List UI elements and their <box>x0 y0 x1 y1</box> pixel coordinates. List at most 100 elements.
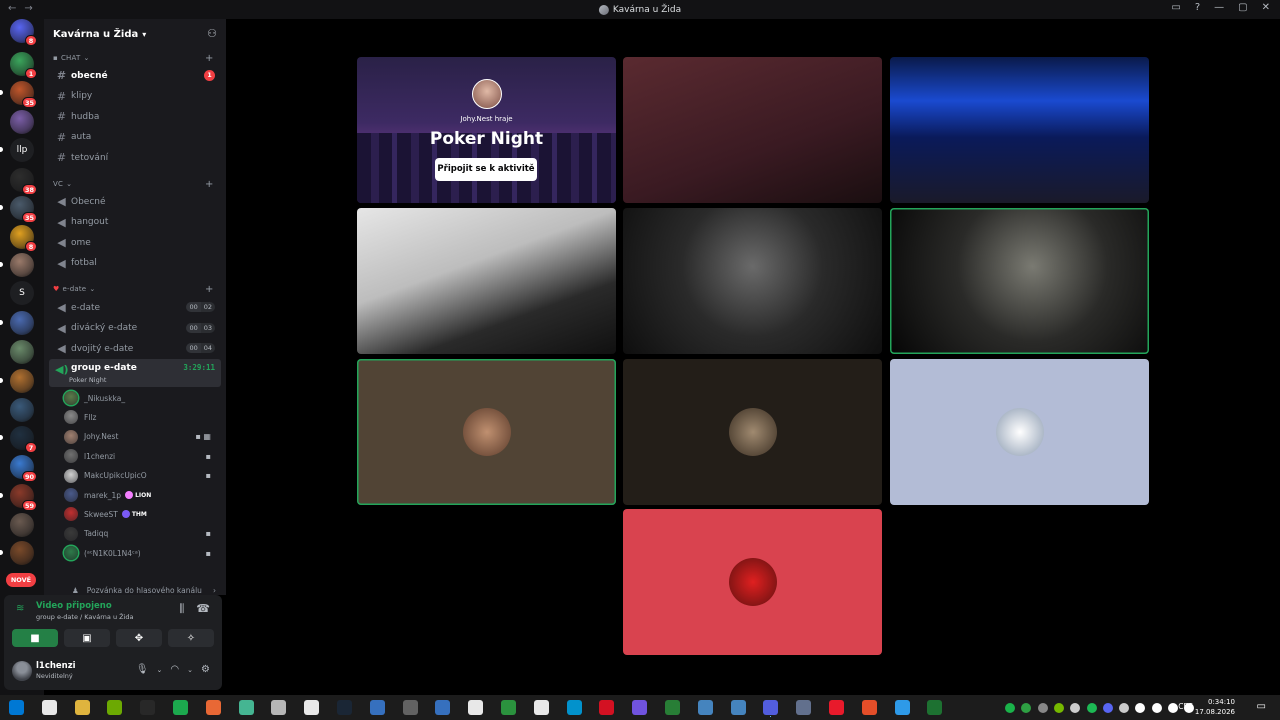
app-icon[interactable] <box>271 700 287 715</box>
screen-share-button[interactable]: ▣ <box>64 629 110 647</box>
username[interactable]: l1chenzi <box>36 661 76 671</box>
channel-3[interactable]: # auta <box>49 128 221 147</box>
join-activity-button[interactable]: Připojit se k aktivitě <box>435 158 537 181</box>
tray-icon[interactable] <box>1053 703 1064 713</box>
video-boy-glasses[interactable] <box>623 208 882 354</box>
guild-server-16[interactable]: 59 <box>10 484 37 511</box>
add-channel-icon[interactable]: + <box>205 179 214 190</box>
microphone-icon[interactable]: 🎙 <box>136 664 149 675</box>
activity-tile[interactable]: Johy.Nest hraje Poker Night Připojit se … <box>357 57 616 203</box>
guild-server-7[interactable]: 8 <box>10 225 37 252</box>
clock[interactable]: 0:34:10 17.08.2026 <box>1195 697 1235 717</box>
vpn-icon[interactable] <box>697 700 713 715</box>
video-girl-red[interactable] <box>623 57 882 203</box>
avatar-tile-brown[interactable] <box>357 359 616 505</box>
server-header[interactable]: Kavárna u Žida ▾ ⚇ <box>44 19 226 49</box>
avatar-tile-red[interactable] <box>623 509 882 655</box>
avatar[interactable] <box>12 661 32 681</box>
app-icon[interactable] <box>796 700 812 715</box>
clock-app-icon[interactable] <box>304 700 320 715</box>
channel-1[interactable]: # klipy <box>49 87 221 106</box>
guild-server-14[interactable]: 7 <box>10 426 37 453</box>
bars-app-icon[interactable] <box>501 700 516 715</box>
photoshop-icon[interactable] <box>894 700 910 715</box>
guild-server-12[interactable] <box>10 369 34 393</box>
discord-icon[interactable] <box>763 700 779 715</box>
guild-direct-messages[interactable]: 8 <box>10 19 37 46</box>
guild-server-18[interactable] <box>10 541 34 565</box>
camera-button[interactable]: ■ <box>12 629 58 647</box>
guild-server-3[interactable] <box>10 110 34 134</box>
close-icon[interactable]: ✕ <box>1262 2 1270 13</box>
voice-channel-3[interactable]: ◀ fotbal <box>49 254 221 273</box>
signal-icon[interactable]: ≋ <box>16 603 24 614</box>
category-vc[interactable]: VC ⌄ + <box>53 179 213 190</box>
tray-icon[interactable] <box>1005 703 1015 713</box>
minimize-icon[interactable]: — <box>1214 2 1224 13</box>
app-icon[interactable] <box>730 700 746 715</box>
tray-icon[interactable] <box>1086 703 1097 713</box>
obs-icon[interactable] <box>402 700 418 715</box>
voice-channel-edate-1[interactable]: ◀ divácký e-date 00 03 <box>49 319 221 338</box>
tray-icon[interactable] <box>1119 703 1130 713</box>
voice-user[interactable]: Johy.Nest ▪ ▦ <box>64 428 221 446</box>
nvidia-icon[interactable] <box>107 700 123 715</box>
new-badge[interactable]: NOVÉ <box>6 573 36 587</box>
add-channel-icon[interactable]: + <box>205 284 214 295</box>
add-member-icon[interactable]: ⚇ <box>207 27 217 40</box>
file-explorer-icon[interactable] <box>74 700 90 715</box>
steam-icon[interactable] <box>337 700 352 715</box>
flash-icon[interactable] <box>599 700 615 715</box>
voice-user[interactable]: (ᵃᶜN1K0L1N4ᶜᵃ) ▪ <box>64 544 221 562</box>
guild-server-2[interactable]: 35 <box>10 81 37 108</box>
noise-suppression-icon[interactable]: ⫼ <box>179 602 184 616</box>
notepad-icon[interactable] <box>927 700 943 715</box>
tray-icon[interactable] <box>1070 703 1081 713</box>
tray-icon[interactable] <box>1135 703 1146 713</box>
guild-server-5[interactable]: 38 <box>10 168 37 195</box>
voice-user[interactable]: SkweeST THM <box>64 505 221 523</box>
add-channel-icon[interactable]: + <box>205 53 214 64</box>
channel-group-e-date[interactable]: ◀) group e-date 3:29:11 Poker Night <box>49 359 221 387</box>
terminal-icon[interactable] <box>140 700 156 715</box>
tray-icon[interactable] <box>1021 703 1032 713</box>
guild-server-6[interactable]: 35 <box>10 196 37 223</box>
disconnect-icon[interactable]: ☎ <box>196 602 210 616</box>
voice-channel-edate-2[interactable]: ◀ dvojitý e-date 00 04 <box>49 339 221 358</box>
voice-location[interactable]: group e-date / Kavárna u Žida <box>36 613 134 621</box>
brave-icon[interactable] <box>861 700 877 715</box>
maximize-icon[interactable]: ▢ <box>1238 2 1247 13</box>
voice-user[interactable]: Fllz <box>64 408 221 426</box>
voice-user[interactable]: _Nikuskka_ <box>64 389 221 407</box>
voice-user[interactable]: MakcUpikcUpicO ▪ <box>64 467 221 485</box>
video-girl-white[interactable] <box>357 208 616 354</box>
category-e-date[interactable]: ♥ e-date ⌄ + <box>53 284 213 295</box>
help-icon[interactable]: ? <box>1195 2 1200 13</box>
remote-desktop-icon[interactable] <box>369 700 385 715</box>
channel-0[interactable]: # obecné 1 <box>49 66 221 85</box>
stats-icon[interactable] <box>665 700 680 715</box>
tray-icon[interactable] <box>1151 703 1162 713</box>
guild-server-11[interactable] <box>10 340 34 364</box>
activities-button[interactable]: ✥ <box>116 629 162 647</box>
avatar-tile-car[interactable] <box>890 359 1149 505</box>
puzzle-icon[interactable] <box>632 700 648 715</box>
inbox-icon[interactable]: ▭ <box>1171 2 1180 13</box>
voice-channel-2[interactable]: ◀ ome <box>49 233 221 252</box>
voice-user[interactable]: marek_1p LION <box>64 486 221 504</box>
avatar-tile-soldier[interactable] <box>623 359 882 505</box>
tray-icon[interactable] <box>1168 703 1178 713</box>
opera-icon[interactable] <box>829 700 844 715</box>
chevron-down-icon[interactable]: ⌄ <box>187 666 193 675</box>
guild-server-15[interactable]: 90 <box>10 455 37 482</box>
guild-server-1[interactable]: 1 <box>10 52 37 79</box>
store-icon[interactable] <box>566 700 582 715</box>
headphones-icon[interactable]: ◠ <box>170 664 179 675</box>
tray-icon[interactable] <box>1102 703 1113 713</box>
chevron-down-icon[interactable]: ⌄ <box>157 666 163 675</box>
windows-start-icon[interactable] <box>9 700 24 715</box>
guild-server-8[interactable] <box>10 253 34 277</box>
voice-channel-1[interactable]: ◀ hangout <box>49 213 221 232</box>
settings-gear-icon[interactable]: ⚙ <box>201 664 210 675</box>
notification-icon[interactable]: ▭ <box>1257 701 1266 712</box>
